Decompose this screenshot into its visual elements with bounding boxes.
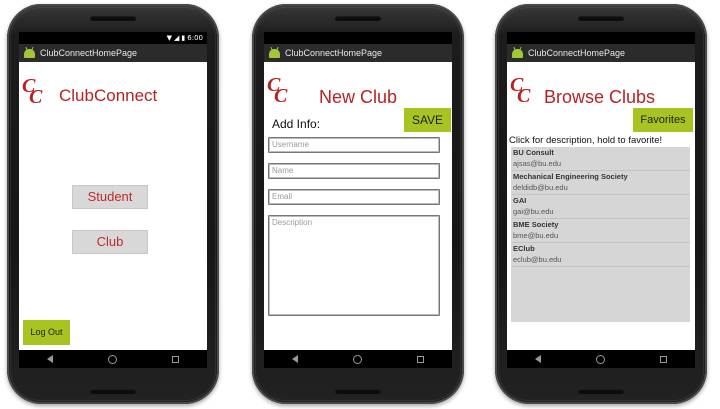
- action-bar-title: ClubConnectHomePage: [528, 48, 626, 58]
- home-icon[interactable]: [352, 354, 362, 364]
- browse-clubs-screen: ClubConnectHomePage CC Browse Clubs Favo…: [507, 32, 695, 368]
- club-name: Mechanical Engineering Society: [513, 172, 628, 181]
- cc-logo: CC: [22, 75, 43, 108]
- status-bar: ▼ ◢ ▮ 6:00: [19, 32, 207, 44]
- club-name: GAI: [513, 196, 527, 205]
- action-bar: ClubConnectHomePage: [507, 44, 695, 62]
- battery-icon: ▮: [181, 34, 186, 42]
- email-field[interactable]: Email: [268, 189, 440, 205]
- android-app-icon: [24, 48, 35, 58]
- speaker-grille: [90, 16, 136, 21]
- back-icon[interactable]: [46, 355, 53, 363]
- student-button[interactable]: Student: [72, 185, 148, 209]
- status-bar: [264, 32, 452, 44]
- club-email: eclub@bu.edu: [513, 255, 562, 264]
- back-icon[interactable]: [291, 355, 298, 363]
- recents-icon[interactable]: [417, 355, 425, 363]
- speaker-grille: [335, 389, 381, 394]
- phone-home: ▼ ◢ ▮ 6:00 ClubConnectHomePage CC ClubCo…: [7, 4, 219, 404]
- club-email: bme@bu.edu: [513, 231, 559, 240]
- description-field[interactable]: Description: [268, 215, 440, 316]
- status-bar: [507, 32, 695, 44]
- home-icon[interactable]: [107, 354, 117, 364]
- new-club-content: CC New Club Add Info: SAVE Username Name…: [264, 62, 452, 350]
- name-field[interactable]: Name: [268, 163, 440, 179]
- page-title: New Club: [319, 87, 398, 107]
- instruction-text: Click for description, hold to favorite!: [509, 135, 663, 146]
- back-icon[interactable]: [534, 355, 541, 363]
- wifi-icon: ▼: [166, 34, 173, 42]
- logout-button[interactable]: Log Out: [23, 320, 70, 345]
- home-icon[interactable]: [595, 354, 605, 364]
- club-email: ajsas@bu.edu: [513, 159, 562, 168]
- username-field[interactable]: Username: [268, 137, 440, 153]
- android-app-icon: [512, 48, 523, 58]
- phone-new-club: ClubConnectHomePage CC New Club Add Info…: [252, 4, 464, 404]
- status-time: 6:00: [187, 34, 203, 42]
- navigation-bar: [264, 350, 452, 368]
- action-bar-title: ClubConnectHomePage: [285, 48, 383, 58]
- speaker-grille: [335, 16, 381, 21]
- android-app-icon: [269, 48, 280, 58]
- navigation-bar: [19, 350, 207, 368]
- list-item[interactable]: BU Consult ajsas@bu.edu: [511, 147, 690, 171]
- home-screen: ▼ ◢ ▮ 6:00 ClubConnectHomePage CC ClubCo…: [19, 32, 207, 368]
- speaker-grille: [578, 16, 624, 21]
- club-email: gai@bu.edu: [513, 207, 554, 216]
- club-button[interactable]: Club: [72, 230, 148, 254]
- phone-browse-clubs: ClubConnectHomePage CC Browse Clubs Favo…: [495, 4, 707, 404]
- action-bar-title: ClubConnectHomePage: [40, 48, 138, 58]
- club-name: BME Society: [513, 220, 559, 229]
- club-name: BU Consult: [513, 148, 554, 157]
- cc-logo: CC: [510, 74, 531, 107]
- app-title: ClubConnect: [59, 86, 158, 105]
- page-title: Browse Clubs: [544, 87, 656, 107]
- club-list[interactable]: BU Consult ajsas@bu.edu Mechanical Engin…: [511, 147, 690, 322]
- club-email: deldidb@bu.edu: [513, 183, 568, 192]
- add-info-label: Add Info:: [272, 117, 321, 131]
- recents-icon[interactable]: [172, 355, 180, 363]
- recents-icon[interactable]: [660, 355, 668, 363]
- club-name: EClub: [513, 244, 535, 253]
- action-bar: ClubConnectHomePage: [19, 44, 207, 62]
- new-club-screen: ClubConnectHomePage CC New Club Add Info…: [264, 32, 452, 368]
- action-bar: ClubConnectHomePage: [264, 44, 452, 62]
- favorites-button[interactable]: Favorites: [633, 108, 693, 132]
- home-content: CC ClubConnect Student Club Log Out: [19, 62, 207, 350]
- speaker-grille: [578, 389, 624, 394]
- list-item[interactable]: Mechanical Engineering Society deldidb@b…: [511, 171, 690, 195]
- list-item[interactable]: BME Society bme@bu.edu: [511, 219, 690, 243]
- list-item[interactable]: GAI gai@bu.edu: [511, 195, 690, 219]
- browse-clubs-content: CC Browse Clubs Favorites Click for desc…: [507, 62, 695, 350]
- signal-icon: ◢: [174, 34, 180, 42]
- list-item[interactable]: EClub eclub@bu.edu: [511, 243, 690, 267]
- save-button[interactable]: SAVE: [404, 108, 451, 132]
- speaker-grille: [90, 389, 136, 394]
- cc-logo: CC: [267, 74, 288, 107]
- navigation-bar: [507, 350, 695, 368]
